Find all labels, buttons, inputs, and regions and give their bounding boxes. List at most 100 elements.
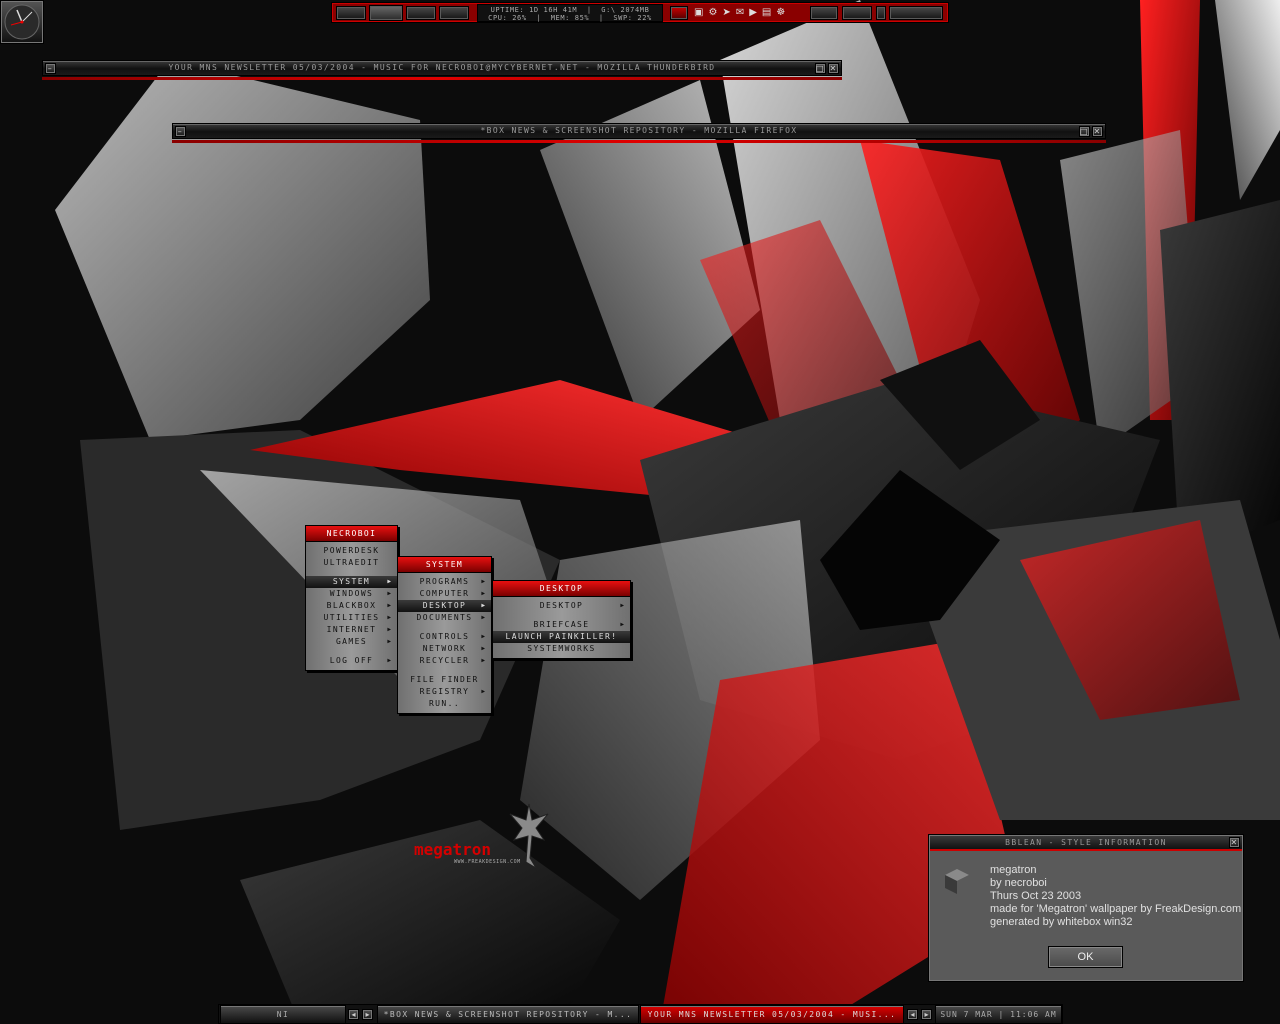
network-icon[interactable]: ⚙ xyxy=(708,7,722,18)
menu-item-label: RECYCLER xyxy=(419,656,470,665)
maximize-icon[interactable]: □ xyxy=(1079,126,1090,137)
menu-separator xyxy=(398,624,491,631)
menu-item-label: ULTRAEDIT xyxy=(323,558,380,567)
menu-item-label: WINDOWS xyxy=(329,589,374,598)
workspace-name: NI xyxy=(276,1010,290,1019)
stats-line-1: UPTIME: 1D 16H 41M | G:\ 2074MB xyxy=(490,6,650,14)
submenu-arrow-icon: ▶ xyxy=(387,602,391,609)
menu-item-briefcase[interactable]: BRIEFCASE ▶ xyxy=(493,619,630,631)
window-list-icon[interactable] xyxy=(670,6,688,20)
minimize-icon[interactable]: – xyxy=(45,63,56,74)
task-button-thunderbird[interactable]: YOUR MNS NEWSLETTER 05/03/2004 - MUSI... xyxy=(640,1005,904,1024)
thunderbird-titlebar[interactable]: – YOUR MNS NEWSLETTER 05/03/2004 - MUSIC… xyxy=(42,60,842,76)
menu-item-internet[interactable]: INTERNET ▶ xyxy=(306,624,397,636)
window-title: *BOX NEWS & SCREENSHOT REPOSITORY - MOZI… xyxy=(480,126,798,135)
task-prev-icon[interactable]: ◂ xyxy=(907,1009,918,1020)
menu-item-windows[interactable]: WINDOWS ▶ xyxy=(306,588,397,600)
menu-title: NECROBOI xyxy=(306,526,397,542)
play-icon[interactable]: ▶ xyxy=(749,7,762,18)
workspace-label[interactable]: NI xyxy=(220,1005,346,1024)
menu-item-network[interactable]: NETWORK ▶ xyxy=(398,643,491,655)
menu-item-system[interactable]: SYSTEM ▶ xyxy=(306,576,397,588)
text-icon[interactable]: ▤ xyxy=(762,7,776,18)
style-info-dialog: BBLEAN - STYLE INFORMATION ✕ megatron by… xyxy=(928,834,1244,982)
menu-item-label: SYSTEM xyxy=(332,577,371,586)
clock-face-icon xyxy=(4,4,40,40)
thunderbird-border xyxy=(42,77,842,80)
clock-widget[interactable] xyxy=(0,0,44,44)
submenu-arrow-icon: ▶ xyxy=(481,657,485,664)
workspace-button-3[interactable] xyxy=(406,6,436,20)
close-icon[interactable]: ✕ xyxy=(1092,126,1103,137)
menu-item-file-finder[interactable]: FILE FINDER xyxy=(398,674,491,686)
task-next-icon[interactable]: ▸ xyxy=(921,1009,932,1020)
close-icon[interactable]: ✕ xyxy=(828,63,839,74)
menu-item-desktop[interactable]: DESKTOP ▶ xyxy=(493,600,630,612)
submenu-arrow-icon: ▶ xyxy=(387,638,391,645)
workspace-next-icon[interactable]: ▸ xyxy=(362,1009,373,1020)
window-icon[interactable]: ▣ xyxy=(694,7,708,18)
menu-item-systemworks[interactable]: SYSTEMWORKS xyxy=(493,643,630,655)
menu-item-computer[interactable]: COMPUTER ▶ xyxy=(398,588,491,600)
menu-item-run[interactable]: RUN.. xyxy=(398,698,491,710)
submenu-arrow-icon: ▶ xyxy=(387,614,391,621)
close-icon[interactable]: ✕ xyxy=(1229,837,1240,848)
menu-item-games[interactable]: GAMES ▶ xyxy=(306,636,397,648)
menu-item-launch-painkiller[interactable]: LAUNCH PAINKILLER! xyxy=(493,631,630,643)
menu-item-registry[interactable]: REGISTRY ▶ xyxy=(398,686,491,698)
menu-item-programs[interactable]: PROGRAMS ▶ xyxy=(398,576,491,588)
submenu-arrow-icon: ▶ xyxy=(620,621,624,628)
ok-button[interactable]: OK xyxy=(1048,946,1123,968)
workspace-prev-icon[interactable]: ◂ xyxy=(348,1009,359,1020)
menu-item-blackbox[interactable]: BLACKBOX ▶ xyxy=(306,600,397,612)
gear-icon[interactable]: ☸ xyxy=(776,7,790,18)
menu-item-label: NETWORK xyxy=(422,644,467,653)
firefox-titlebar[interactable]: – *BOX NEWS & SCREENSHOT REPOSITORY - MO… xyxy=(172,123,1106,139)
submenu-arrow-icon: ▶ xyxy=(387,590,391,597)
menu-item-label: DESKTOP xyxy=(539,601,584,610)
menu-item-recycler[interactable]: RECYCLER ▶ xyxy=(398,655,491,667)
cursor-icon[interactable]: ➤ xyxy=(722,7,735,18)
workspace-button-2[interactable] xyxy=(369,5,403,21)
maximize-icon[interactable]: □ xyxy=(815,63,826,74)
menu-item-label: LOG OFF xyxy=(329,656,374,665)
menu-item-desktop[interactable]: DESKTOP ▶ xyxy=(398,600,491,612)
mail-icon[interactable]: ✉ xyxy=(736,7,749,18)
workspace-button-4[interactable] xyxy=(439,6,469,20)
menu-item-controls[interactable]: CONTROLS ▶ xyxy=(398,631,491,643)
style-author: by necroboi xyxy=(990,877,1047,889)
menu-item-documents[interactable]: DOCUMENTS ▶ xyxy=(398,612,491,624)
logo-url: WWW.FREAKDESIGN.COM xyxy=(454,859,521,865)
task-slot-2[interactable] xyxy=(842,6,872,20)
task-button-firefox[interactable]: *BOX NEWS & SCREENSHOT REPOSITORY - M... xyxy=(377,1005,639,1024)
dialog-title: BBLEAN - STYLE INFORMATION xyxy=(1005,838,1167,847)
menu-item-log-off[interactable]: LOG OFF ▶ xyxy=(306,655,397,667)
submenu-arrow-icon: ▶ xyxy=(387,626,391,633)
menu-item-label: SYSTEMWORKS xyxy=(527,644,596,653)
task-slot-1[interactable] xyxy=(810,6,838,20)
menu-item-powerdesk[interactable]: POWERDESK xyxy=(306,545,397,557)
megatron-logo: megatron WWW.FREAKDESIGN.COM xyxy=(414,800,564,872)
stats-line-2: CPU: 26% | MEM: 85% | SWP: 22% xyxy=(488,14,652,22)
menu-item-label: INTERNET xyxy=(326,625,377,634)
style-date: Thurs Oct 23 2003 xyxy=(990,890,1082,902)
submenu-arrow-icon: ▶ xyxy=(481,633,485,640)
menu-item-label: PROGRAMS xyxy=(419,577,470,586)
submenu-arrow-icon: ▶ xyxy=(481,614,485,621)
firefox-border xyxy=(172,140,1106,143)
menu-item-ultraedit[interactable]: ULTRAEDIT xyxy=(306,557,397,569)
menu-item-label: COMPUTER xyxy=(419,589,470,598)
submenu-arrow-icon: ▶ xyxy=(481,645,485,652)
task-slot-4[interactable] xyxy=(889,6,943,20)
dialog-titlebar[interactable]: BBLEAN - STYLE INFORMATION ✕ xyxy=(930,836,1242,851)
taskbar-clock[interactable]: SUN 7 MAR | 11:06 AM xyxy=(935,1005,1062,1024)
menu-item-utilities[interactable]: UTILITIES ▶ xyxy=(306,612,397,624)
menu-separator xyxy=(306,648,397,655)
task-label: YOUR MNS NEWSLETTER 05/03/2004 - MUSI... xyxy=(647,1010,897,1019)
workspace-button-1[interactable] xyxy=(336,6,366,20)
menu-item-label: UTILITIES xyxy=(323,613,380,622)
task-slot-3[interactable] xyxy=(876,6,886,20)
minimize-icon[interactable]: – xyxy=(175,126,186,137)
menu-spacer xyxy=(398,710,491,713)
style-info-text: megatron by necroboi Thurs Oct 23 2003 m… xyxy=(990,864,1241,929)
